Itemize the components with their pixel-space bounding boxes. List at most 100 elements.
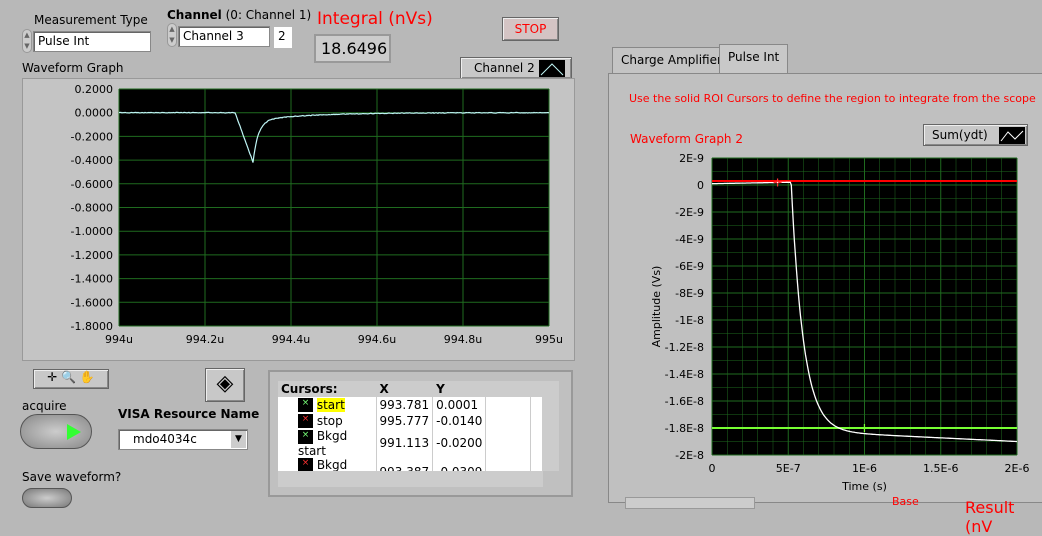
channel-spinner[interactable]: ▲ ▼ [167, 23, 177, 47]
zoom-icon[interactable]: 🔍 [61, 370, 76, 384]
base-label: Base [892, 495, 919, 508]
tab-charge-amplifier[interactable]: Charge Amplifier [612, 47, 731, 73]
y-tick-label: -1.0000 [71, 225, 113, 238]
y-tick-label: -0.4000 [71, 154, 113, 167]
channel-label: Channel (0: Channel 1) [167, 8, 311, 22]
cursor-row[interactable]: × Bkgd stop993.387-0.0309 [278, 458, 543, 472]
x-tick-label: 1E-6 [852, 462, 877, 475]
cursor-row[interactable]: × Bkgd start 991.113 -0.0200 [278, 429, 543, 458]
x-tick-label: 5E-7 [776, 462, 801, 475]
visa-value: mdo4034c [133, 432, 197, 446]
header-x: X [376, 381, 433, 397]
y-tick-label: 0 [697, 179, 704, 192]
x-tick-label: 0 [709, 462, 716, 475]
legend-plot-icon [999, 127, 1025, 144]
pan-hand-icon[interactable]: ✋ [80, 370, 95, 384]
y-tick-label: -1.4E-8 [665, 368, 704, 381]
cursor-red-icon: × [298, 458, 313, 471]
horizontal-scrollbar[interactable] [278, 471, 543, 487]
y-tick-label: -0.6000 [71, 178, 113, 191]
header-cursors: Cursors: [278, 381, 376, 397]
cursor-red-icon: × [298, 414, 313, 428]
stop-button[interactable]: STOP [502, 17, 559, 41]
cursor-y: -0.0200 [433, 429, 486, 458]
cursor-name: stop [317, 414, 343, 428]
y-tick-label: -4E-9 [675, 233, 704, 246]
y-tick-label: -1.6E-8 [665, 395, 704, 408]
y-tick-label: -1.8000 [71, 320, 113, 333]
y-tick-label: -1E-8 [675, 314, 704, 327]
tab-pulse-int[interactable]: Pulse Int [719, 44, 788, 74]
y-tick-label: -0.2000 [71, 130, 113, 143]
y-tick-label: -1.8E-8 [665, 422, 704, 435]
cursor-y: 0.0001 [433, 397, 486, 413]
acquire-led-icon [67, 424, 81, 440]
cursor-green-icon: × [298, 398, 313, 412]
y-tick-label: -1.2000 [71, 249, 113, 262]
vertical-scrollbar[interactable] [543, 381, 559, 471]
waveform-graph-title: Waveform Graph [22, 61, 124, 75]
save-waveform-label: Save waveform? [22, 470, 121, 484]
x-tick-label: 994u [105, 333, 133, 346]
cursor-row[interactable]: × start 993.781 0.0001 [278, 397, 543, 413]
cursor-y: -0.0309 [433, 458, 486, 472]
cursor-x: 991.113 [376, 429, 433, 458]
cursor-marker-icon: ✛ [860, 422, 869, 435]
visa-resource-select[interactable]: mdo4034c ▼ [118, 429, 248, 450]
lower-control [625, 497, 755, 509]
integral-label: Integral (nVs) [317, 9, 433, 29]
channel-index: 2 [274, 27, 292, 48]
cursor-x: 993.387 [376, 458, 433, 472]
legend-plot-icon [539, 60, 565, 77]
channel-label-hint: (0: Channel 1) [226, 8, 312, 22]
y-tick-label: -1.4000 [71, 273, 113, 286]
cursor-x: 995.777 [376, 413, 433, 429]
x-tick-label: 1.5E-6 [923, 462, 958, 475]
cursor-green-icon: × [298, 430, 313, 444]
waveform-graph-2-title: Waveform Graph 2 [630, 132, 743, 146]
y-tick-label: 0.0000 [75, 107, 114, 120]
waveform-graph[interactable]: 0.2000 0.0000 -0.2000 -0.4000 -0.6000 -0.8000… [23, 79, 576, 362]
y-tick-label: -1.2E-8 [665, 341, 704, 354]
y-tick-label: -2E-9 [675, 206, 704, 219]
cursor-y: -0.0140 [433, 413, 486, 429]
cursor-mover-button[interactable]: ◈ [205, 368, 245, 402]
graph2-legend[interactable]: Sum(ydt) [923, 124, 1028, 146]
channel-label-bold: Channel [167, 8, 222, 22]
dropdown-arrow-icon[interactable]: ▼ [231, 431, 246, 448]
x-tick-label: 2E-6 [1005, 462, 1030, 475]
x-tick-label: 994.8u [444, 333, 482, 346]
x-axis-label: Time (s) [841, 480, 887, 493]
cursor-row[interactable]: × stop 995.777 -0.0140 [278, 413, 543, 429]
y-tick-label: -2E-8 [675, 449, 704, 462]
save-waveform-toggle[interactable] [22, 488, 72, 508]
acquire-button[interactable] [20, 414, 92, 449]
graph1-legend[interactable]: Channel 2 [460, 57, 572, 79]
waveform-graph-frame: 0.2000 0.0000 -0.2000 -0.4000 -0.6000 -0.8000… [22, 78, 575, 361]
cursor-marker-icon: ✛ [773, 176, 782, 189]
y-tick-label: 0.2000 [75, 83, 114, 96]
result-label: Result (nV [965, 498, 1042, 536]
integral-value: 18.6496 [314, 34, 391, 63]
acquire-label: acquire [22, 399, 67, 413]
graph-palette[interactable]: ✛ 🔍 ✋ [33, 369, 109, 389]
crosshair-icon[interactable]: ✛ [47, 370, 57, 384]
channel-field[interactable]: Channel 3 [178, 26, 270, 47]
y-tick-label: -1.6000 [71, 296, 113, 309]
header-y: Y [433, 381, 486, 397]
legend-label: Channel 2 [474, 61, 535, 75]
y-tick-label: -0.8000 [71, 202, 113, 215]
x-tick-label: 994.6u [358, 333, 396, 346]
y-tick-label: -8E-9 [675, 287, 704, 300]
measurement-type-spinner[interactable]: ▲ ▼ [22, 29, 32, 53]
instruction-text: Use the solid ROI Cursors to define the … [629, 92, 1036, 105]
x-tick-label: 995u [535, 333, 563, 346]
cursor-table[interactable]: Cursors: X Y × start 993.781 0.0001 × stop 99… [278, 381, 543, 471]
legend-label: Sum(ydt) [932, 128, 988, 142]
measurement-type-label: Measurement Type [34, 13, 148, 27]
y-tick-label: -6E-9 [675, 260, 704, 273]
visa-label: VISA Resource Name [118, 407, 259, 421]
waveform-graph-2[interactable]: 2E-9 0 -2E-9 -4E-9 -6E-9 -8E-9 -1E-8 -1.2E-8 -1.… [620, 148, 1038, 498]
cursor-name: start [317, 398, 345, 412]
measurement-type-field[interactable]: Pulse Int [33, 31, 151, 52]
